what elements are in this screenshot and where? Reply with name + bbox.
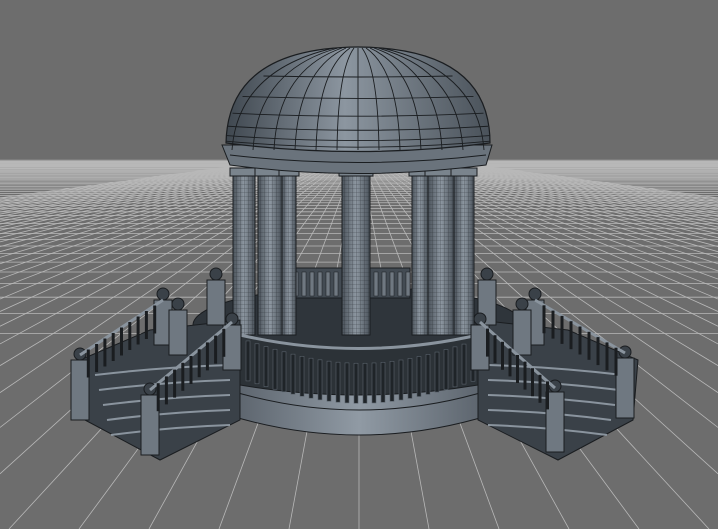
baluster [398, 359, 404, 401]
baluster [308, 357, 314, 399]
baluster [309, 271, 315, 297]
baluster [434, 351, 440, 393]
baluster [407, 358, 413, 399]
baluster [416, 356, 422, 397]
baluster [281, 351, 287, 393]
baluster [389, 360, 395, 402]
baluster [353, 362, 359, 404]
baluster [452, 346, 458, 388]
baluster [344, 362, 350, 404]
column-wireframe [428, 175, 454, 335]
columns [229, 167, 478, 336]
baluster [245, 340, 251, 382]
baluster [333, 271, 339, 297]
baluster [254, 343, 260, 385]
baluster [326, 360, 332, 402]
3d-viewport[interactable] [0, 0, 718, 529]
newel-post [206, 279, 226, 326]
newel-post [140, 394, 160, 456]
post-finial [480, 267, 494, 281]
column-wireframe [342, 175, 370, 335]
newel-post [615, 357, 635, 419]
baluster [373, 271, 379, 297]
column-wireframe [412, 175, 428, 335]
baluster [325, 271, 331, 297]
column-capital [229, 167, 259, 177]
column-wireframe [233, 175, 255, 335]
baluster [371, 362, 377, 404]
post-finial [171, 297, 185, 311]
post-finial [209, 267, 223, 281]
column-capital [450, 167, 478, 177]
baluster [425, 354, 431, 395]
post-finial [156, 287, 170, 301]
column-wireframe [258, 175, 282, 335]
newel-post [512, 309, 532, 356]
baluster [405, 271, 411, 297]
baluster [389, 271, 395, 297]
newel-post [168, 309, 188, 356]
scene-canvas[interactable] [0, 0, 718, 529]
baluster [381, 271, 387, 297]
baluster [380, 361, 386, 403]
baluster [299, 355, 305, 397]
column-wireframe [454, 175, 474, 335]
newel-post [222, 324, 242, 371]
baluster [301, 271, 307, 297]
baluster [335, 361, 341, 403]
post-finial [515, 297, 529, 311]
baluster [317, 359, 323, 401]
column-wireframe [282, 175, 296, 335]
baluster [461, 343, 467, 385]
baluster [397, 271, 403, 297]
post-finial [528, 287, 542, 301]
baluster [317, 271, 323, 297]
baluster [290, 353, 296, 395]
baluster [362, 362, 368, 404]
newel-post [70, 359, 90, 421]
baluster [443, 349, 449, 390]
baluster [263, 346, 269, 387]
baluster [272, 348, 278, 390]
